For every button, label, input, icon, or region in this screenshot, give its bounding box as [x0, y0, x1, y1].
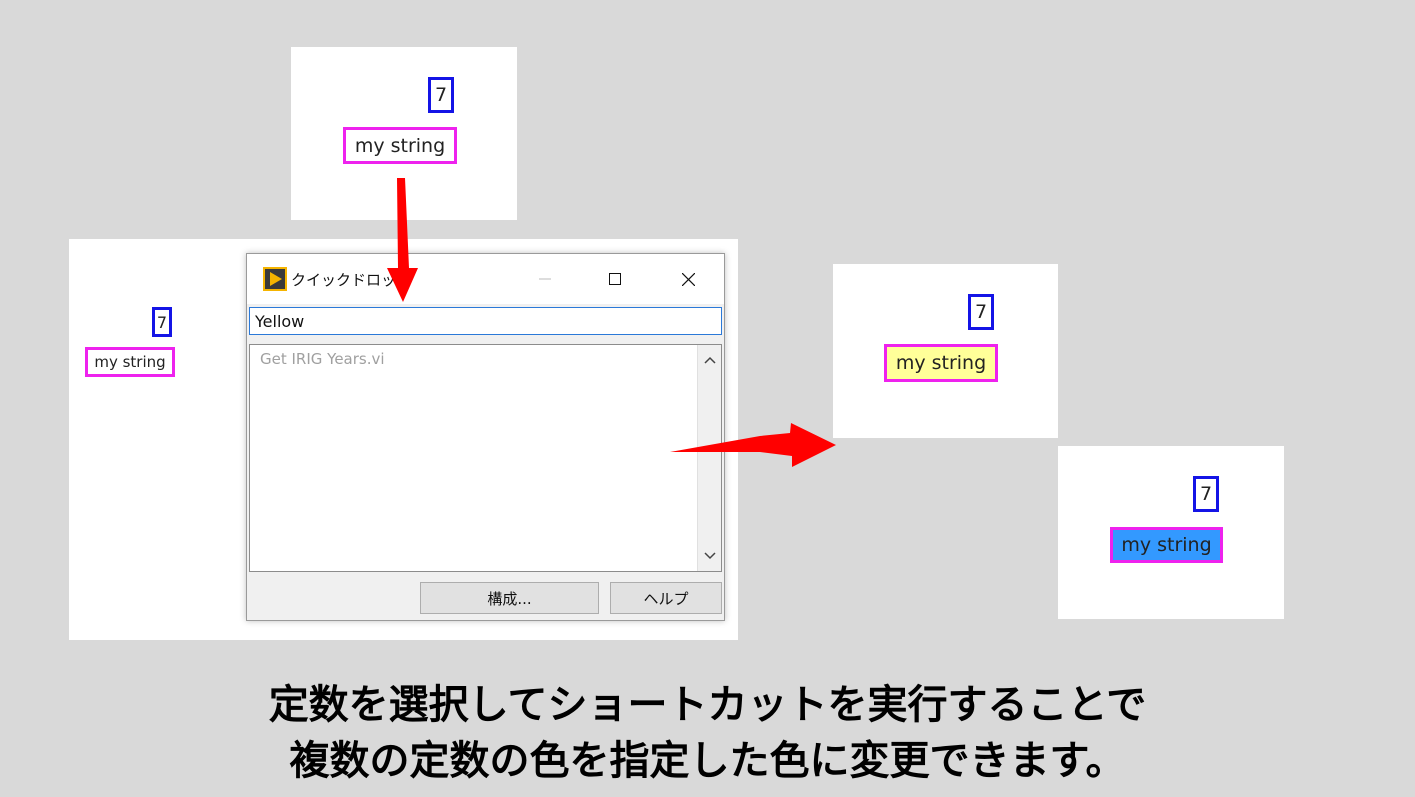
numeric-constant[interactable]: 7: [1193, 476, 1219, 512]
scroll-down-icon: [704, 552, 716, 560]
string-constant-yellow[interactable]: my string: [884, 344, 998, 382]
string-constant[interactable]: my string: [343, 127, 457, 164]
configure-button[interactable]: 構成...: [420, 582, 599, 614]
numeric-constant[interactable]: 7: [428, 77, 454, 113]
labview-icon: [263, 267, 287, 291]
minimize-icon: [539, 278, 551, 280]
caption-line-1: 定数を選択してショートカットを実行することで: [268, 682, 1147, 728]
maximize-icon: [609, 273, 621, 285]
blue-result-panel: 7 my string: [1058, 446, 1284, 619]
dialog-title: クイックドロップ: [291, 271, 412, 289]
scroll-up-icon: [704, 356, 716, 364]
maximize-button[interactable]: [592, 254, 638, 304]
dialog-titlebar: クイックドロップ: [247, 254, 724, 304]
minimize-button[interactable]: [522, 254, 568, 304]
numeric-constant[interactable]: 7: [968, 294, 994, 330]
numeric-constant[interactable]: 7: [152, 307, 172, 337]
vertical-scrollbar[interactable]: [697, 345, 721, 571]
results-list[interactable]: Get IRIG Years.vi: [249, 344, 722, 572]
scroll-down-button[interactable]: [698, 544, 722, 568]
quick-drop-dialog: クイックドロップ Get IRIG Years.vi: [246, 253, 725, 621]
quick-drop-search-input[interactable]: [249, 307, 722, 335]
caption-line-2: 複数の定数の色を指定した色に変更できます。: [289, 738, 1126, 784]
yellow-result-panel: 7 my string: [833, 264, 1058, 438]
string-constant[interactable]: my string: [85, 347, 175, 377]
close-button[interactable]: [665, 254, 711, 304]
close-icon: [681, 272, 695, 286]
string-constant-blue[interactable]: my string: [1110, 527, 1223, 563]
list-item[interactable]: Get IRIG Years.vi: [260, 350, 385, 368]
caption: 定数を選択してショートカットを実行することで 複数の定数の色を指定した色に変更で…: [0, 677, 1415, 789]
help-button[interactable]: ヘルプ: [610, 582, 722, 614]
top-block-diagram-panel: 7 my string: [291, 47, 517, 220]
scroll-up-button[interactable]: [698, 348, 722, 372]
